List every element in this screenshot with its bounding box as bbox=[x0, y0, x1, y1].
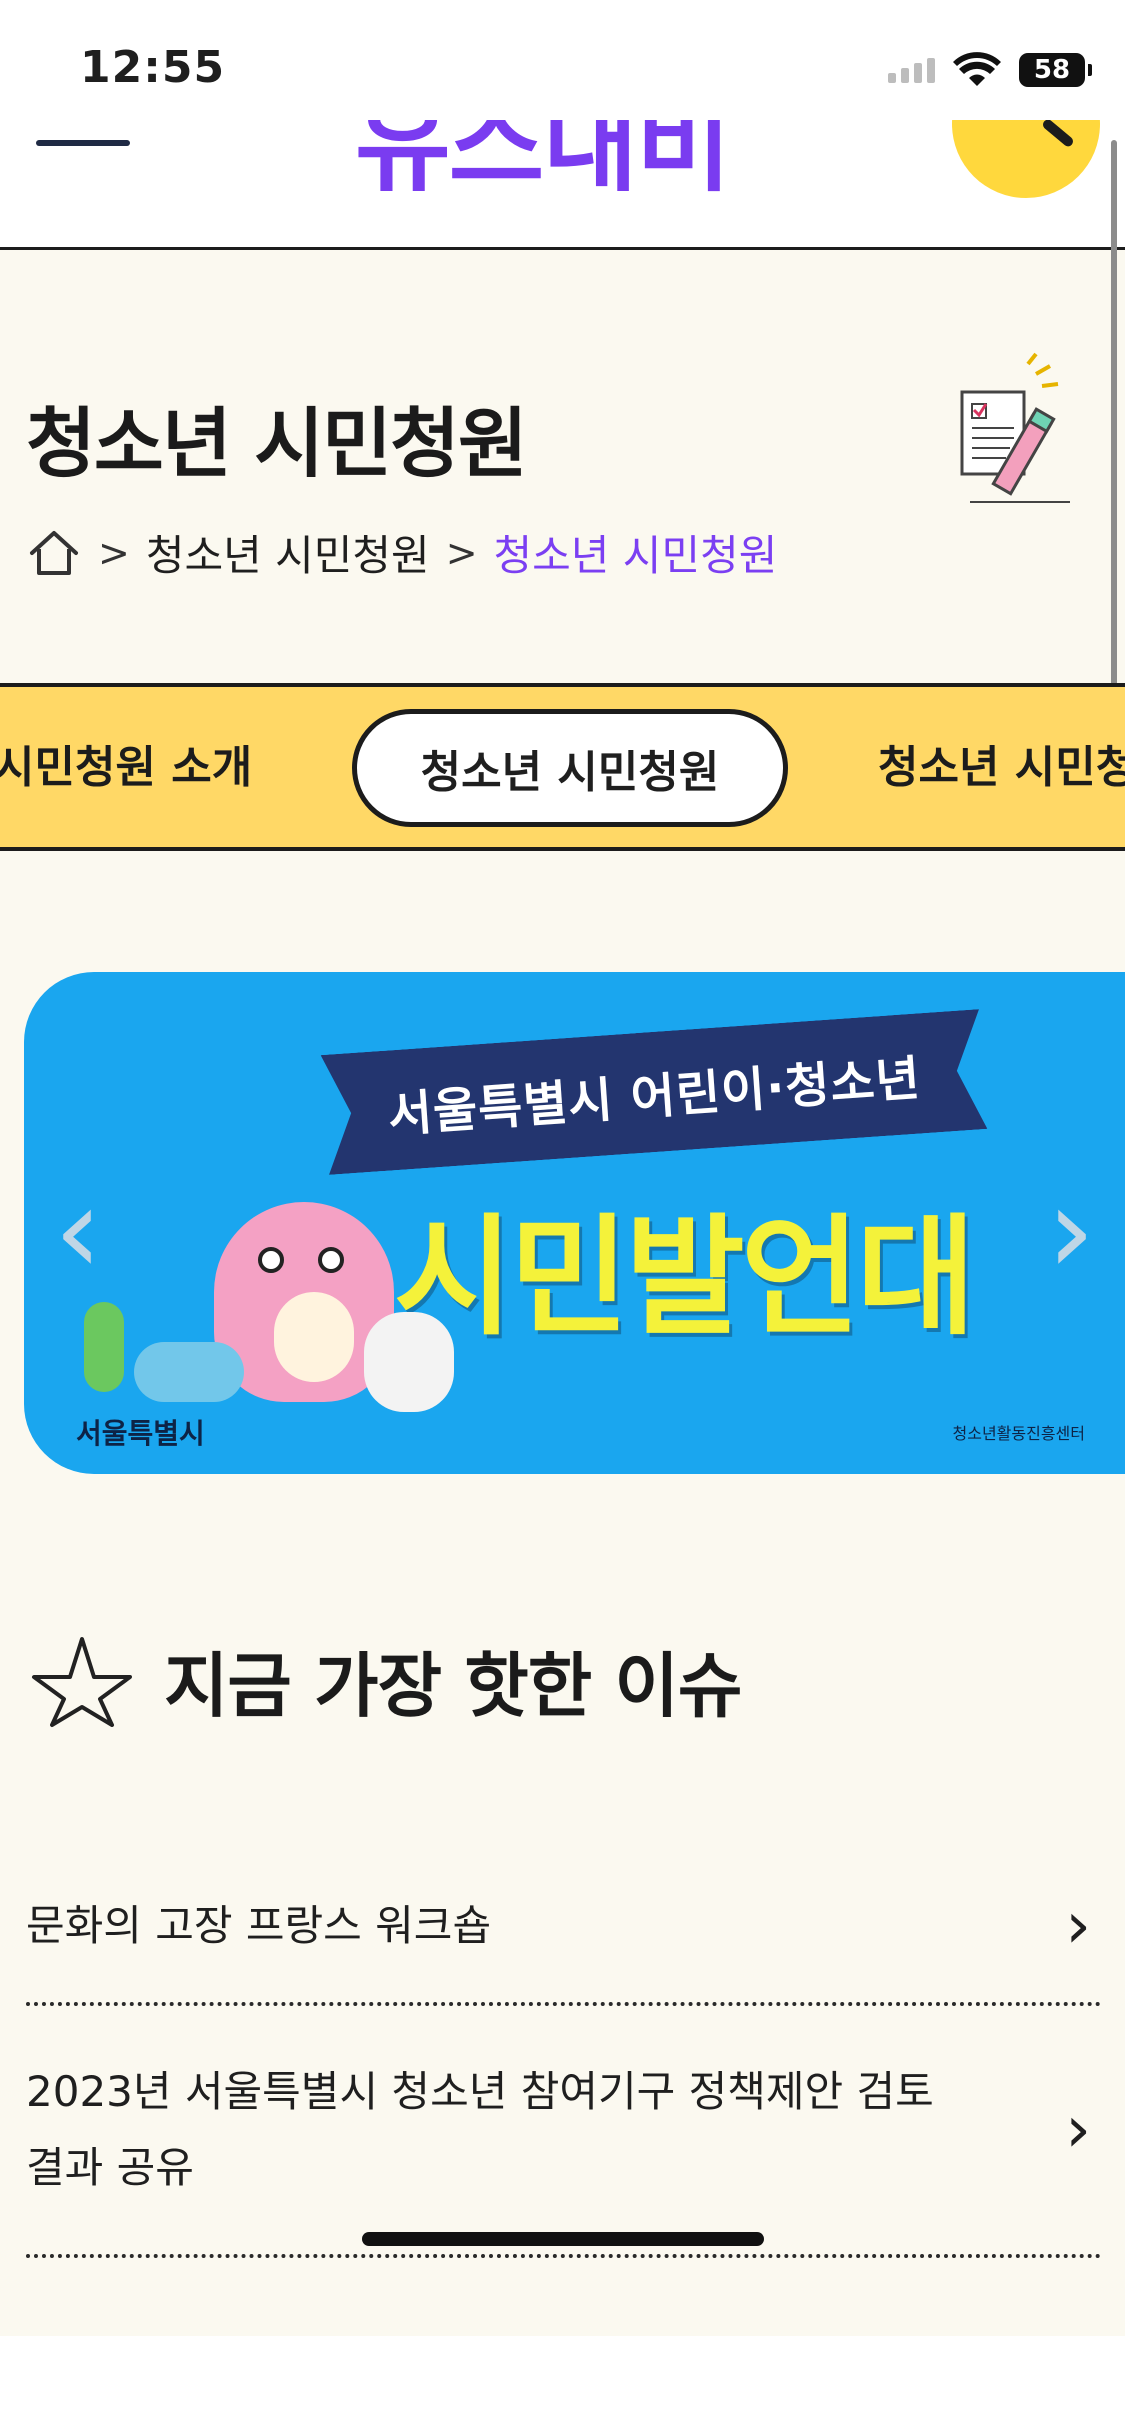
monster-eye bbox=[318, 1247, 344, 1273]
green-dino-illustration bbox=[84, 1302, 124, 1392]
chevron-right-icon: › bbox=[1065, 2093, 1091, 2167]
carousel-prev-icon[interactable]: ‹ bbox=[54, 1162, 102, 1301]
search-button[interactable] bbox=[952, 120, 1100, 198]
breadcrumb-item[interactable]: 청소년 시민청원 bbox=[146, 522, 430, 583]
youth-center-logo: 청소년활동진흥센터 bbox=[952, 1424, 1085, 1443]
hot-issues-header: 지금 가장 핫한 이슈 bbox=[30, 1630, 742, 1731]
browser-bottom-area bbox=[0, 2336, 1125, 2436]
banner-carousel[interactable]: 서울특별시 어린이·청소년 시민발언대 ‹ › 서울특별시 청소년활동진흥센터 bbox=[24, 972, 1125, 1474]
petition-document-icon bbox=[960, 352, 1070, 503]
carousel-next-icon[interactable]: › bbox=[1047, 1162, 1095, 1301]
monster-eye bbox=[258, 1247, 284, 1273]
home-icon[interactable] bbox=[26, 525, 82, 581]
breadcrumb-separator: > bbox=[445, 530, 478, 575]
page: 12:55 58 유스내비 청소년 시민청원 > 청소년 시민청원 > 청소년 … bbox=[0, 0, 1125, 2436]
battery-icon: 58 bbox=[1019, 53, 1092, 87]
breadcrumb-separator: > bbox=[98, 530, 130, 575]
issue-item[interactable]: 문화의 고장 프랑스 워크숍 › bbox=[26, 1850, 1101, 2006]
issue-title: 문화의 고장 프랑스 워크숍 bbox=[26, 1901, 492, 1950]
site-header: 유스내비 bbox=[0, 120, 1125, 250]
cellular-signal-icon bbox=[888, 57, 935, 83]
banner-ribbon-text: 서울특별시 어린이·청소년 bbox=[386, 1050, 923, 1144]
status-icons: 58 bbox=[888, 48, 1092, 92]
monster-belly bbox=[274, 1292, 354, 1382]
chevron-right-icon: › bbox=[1065, 1889, 1091, 1963]
page-title: 청소년 시민청원 bbox=[26, 399, 528, 488]
breadcrumb: > 청소년 시민청원 > 청소년 시민청원 bbox=[26, 522, 777, 583]
status-time: 12:55 bbox=[80, 42, 226, 93]
page-header: 청소년 시민청원 > 청소년 시민청원 > 청소년 시민청원 bbox=[0, 252, 1125, 682]
blue-dino-illustration bbox=[134, 1342, 244, 1402]
breadcrumb-current: 청소년 시민청원 bbox=[493, 531, 778, 580]
issue-title: 2023년 서울특별시 청소년 참여기구 정책제안 검토 결과 공유 bbox=[26, 2067, 934, 2192]
seoul-logo: 서울특별시 bbox=[76, 1417, 205, 1450]
issue-item[interactable]: 2023년 서울특별시 청소년 참여기구 정책제안 검토 결과 공유 › bbox=[26, 2006, 1101, 2258]
banner-title: 시민발언대 bbox=[394, 1201, 976, 1353]
tab-youth-petition-more[interactable]: 청소년 시민청원 bbox=[878, 731, 1125, 795]
banner-ribbon: 서울특별시 어린이·청소년 bbox=[321, 1009, 988, 1175]
site-logo[interactable]: 유스내비 bbox=[355, 120, 732, 211]
menu-icon[interactable] bbox=[36, 140, 130, 146]
issue-list: 문화의 고장 프랑스 워크숍 › 2023년 서울특별시 청소년 참여기구 정책… bbox=[26, 1850, 1101, 2258]
search-icon bbox=[1040, 120, 1076, 149]
white-character-illustration bbox=[364, 1312, 454, 1412]
tab-youth-petition-active[interactable]: 청소년 시민청원 bbox=[352, 709, 788, 827]
hot-issues-title: 지금 가장 핫한 이슈 bbox=[164, 1645, 742, 1727]
tab-strip: 시민청원 소개 청소년 시민청원 청소년 시민청원 bbox=[0, 683, 1125, 851]
status-bar: 12:55 58 bbox=[0, 0, 1125, 140]
home-indicator[interactable] bbox=[362, 2232, 764, 2246]
wifi-icon bbox=[953, 52, 1001, 86]
star-icon bbox=[32, 1636, 132, 1727]
tab-petition-intro[interactable]: 시민청원 소개 bbox=[0, 731, 252, 795]
